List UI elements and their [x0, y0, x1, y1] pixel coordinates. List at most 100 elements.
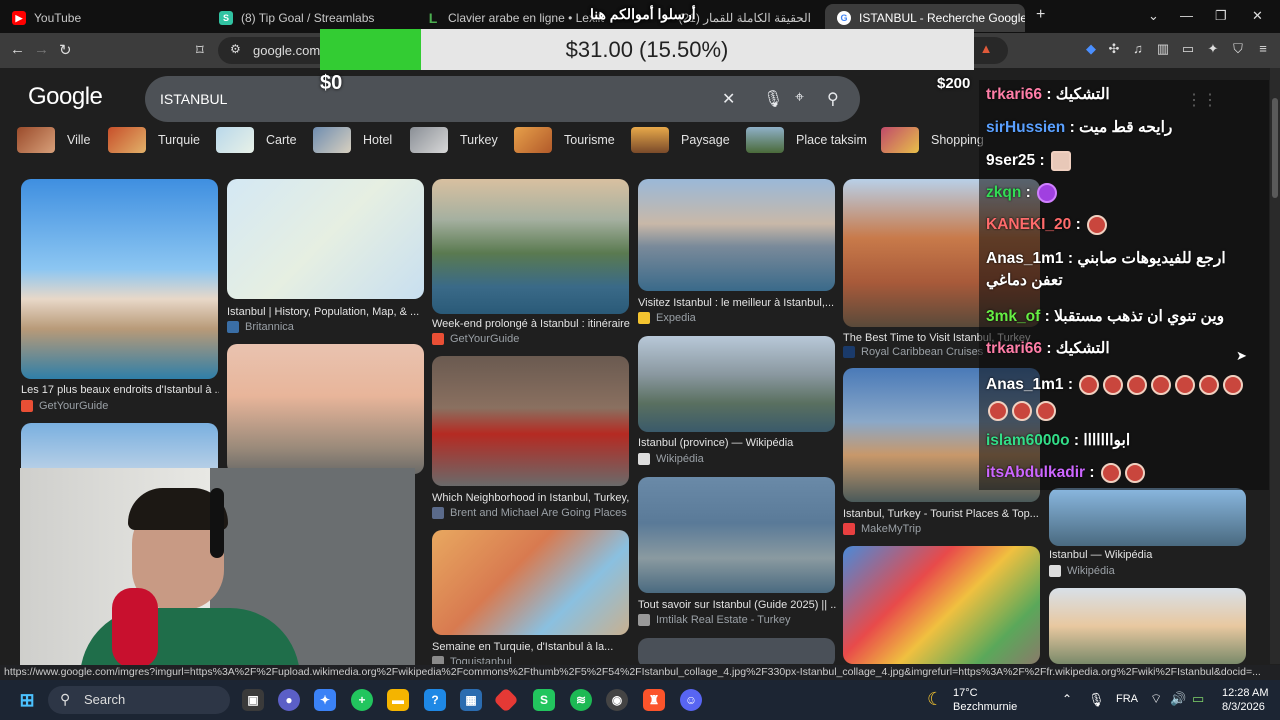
leo-ai-icon[interactable]: ✦ — [1205, 41, 1221, 57]
tab-lexilogos[interactable]: L Clavier arabe en ligne • Lexilogos — [414, 4, 604, 32]
result-caption[interactable]: Istanbul | History, Population, Map, & .… — [227, 306, 425, 318]
search-icon[interactable]: ⚲ — [827, 89, 839, 109]
result-caption[interactable]: Which Neighborhood in Istanbul, Turkey,.… — [432, 492, 630, 504]
taskbar-search-input[interactable]: ⚲ Search — [48, 686, 230, 714]
chip-paysage[interactable]: Paysage — [631, 125, 730, 155]
menu-icon[interactable]: ≡ — [1255, 41, 1271, 57]
store-icon[interactable]: ▦ — [460, 689, 482, 711]
chip-carte[interactable]: Carte — [216, 125, 297, 155]
chip-shopping[interactable]: Shopping — [881, 125, 984, 155]
microphone-icon[interactable]: 🎙 — [763, 89, 783, 109]
weather-moon-icon[interactable]: ☾ — [927, 689, 943, 710]
sidebar-icon[interactable]: ▥ — [1155, 41, 1171, 57]
battery-icon[interactable]: ▭ — [1192, 691, 1204, 707]
result-source[interactable]: Expedia — [638, 312, 696, 324]
chip-ville[interactable]: Ville — [17, 125, 90, 155]
discord-icon[interactable]: ☺ — [680, 689, 702, 711]
minimize-button[interactable]: — — [1180, 8, 1193, 23]
result-source[interactable]: Royal Caribbean Cruises — [843, 346, 983, 358]
brave-rewards-icon[interactable]: ▲ — [978, 41, 994, 57]
music-icon[interactable]: ♫ — [1130, 41, 1146, 57]
result-caption[interactable]: Tout savoir sur Istanbul (Guide 2025) ||… — [638, 599, 836, 611]
result-image[interactable] — [227, 344, 424, 474]
result-image[interactable] — [638, 336, 835, 432]
result-source[interactable]: Brent and Michael Are Going Places — [432, 507, 627, 519]
result-image[interactable] — [432, 179, 629, 314]
result-source[interactable]: MakeMyTrip — [843, 523, 921, 535]
result-source[interactable]: Wikipédia — [638, 453, 704, 465]
maximize-button[interactable]: ❐ — [1215, 8, 1227, 24]
xbox-icon[interactable]: + — [351, 689, 373, 711]
language-indicator[interactable]: FRA — [1116, 693, 1138, 705]
help-icon[interactable]: ? — [424, 689, 446, 711]
result-caption[interactable]: Visitez Istanbul : le meilleur à Istanbu… — [638, 297, 836, 309]
chip-place-taksim[interactable]: Place taksim — [746, 125, 867, 155]
wallet-icon[interactable]: ▭ — [1180, 41, 1196, 57]
result-image[interactable] — [843, 546, 1040, 664]
tab-list-chevron-icon[interactable]: ⌄ — [1148, 8, 1159, 24]
result-source[interactable]: Britannica — [227, 321, 294, 333]
result-image[interactable] — [638, 638, 835, 664]
result-image[interactable] — [1049, 488, 1246, 546]
result-image[interactable] — [432, 356, 629, 486]
bookmark-icon[interactable]: ⌑ — [196, 41, 204, 59]
result-image[interactable] — [432, 530, 629, 635]
mic-tray-icon[interactable]: 🎙 — [1088, 692, 1105, 708]
result-image[interactable] — [638, 477, 835, 593]
copilot-icon[interactable]: ✦ — [314, 689, 336, 711]
anydesk-icon[interactable] — [493, 687, 519, 713]
clock-date[interactable]: 8/3/2026 — [1222, 701, 1265, 713]
result-image[interactable] — [227, 179, 424, 299]
volume-icon[interactable]: 🔊 — [1170, 691, 1186, 707]
windows-start-icon[interactable]: ⊞ — [16, 689, 38, 711]
tray-chevron-icon[interactable]: ⌃ — [1062, 692, 1072, 706]
weather-temperature[interactable]: 17°C — [953, 687, 978, 699]
puzzle-icon[interactable]: ✣ — [1106, 41, 1122, 57]
google-logo[interactable]: Google — [28, 83, 103, 111]
shield-icon[interactable]: ⛉ — [1230, 41, 1246, 57]
scrollbar-thumb[interactable] — [1272, 98, 1278, 198]
task-view-icon[interactable]: ▣ — [242, 689, 264, 711]
chat-app-icon[interactable]: ● — [278, 689, 300, 711]
wifi-icon[interactable]: ⌔ — [1150, 691, 1162, 707]
site-info-icon[interactable]: ⚙ — [230, 42, 241, 56]
result-caption[interactable]: Istanbul (province) — Wikipédia — [638, 437, 836, 449]
tab-google-search[interactable]: G ISTANBUL - Recherche Google ✕ — [825, 4, 1025, 32]
file-explorer-icon[interactable]: ▬ — [387, 689, 409, 711]
result-source[interactable]: GetYourGuide — [432, 333, 519, 345]
close-window-button[interactable]: ✕ — [1252, 8, 1263, 24]
result-source[interactable]: GetYourGuide — [21, 400, 108, 412]
chip-turquie[interactable]: Turquie — [108, 125, 200, 155]
result-image[interactable] — [21, 179, 218, 379]
page-scrollbar[interactable] — [1270, 68, 1280, 664]
search-input[interactable]: ISTANBUL ✕ 🎙 ⌖ ⚲ — [145, 76, 860, 122]
result-image[interactable] — [638, 179, 835, 291]
result-caption[interactable]: Istanbul — Wikipédia — [1049, 549, 1247, 561]
result-caption[interactable]: Istanbul, Turkey - Tourist Places & Top.… — [843, 508, 1041, 520]
new-tab-button[interactable]: + — [1036, 6, 1045, 24]
result-source[interactable]: Imtilak Real Estate - Turkey — [638, 614, 791, 626]
chip-tourisme[interactable]: Tourisme — [514, 125, 615, 155]
streamlabs-app-icon[interactable]: S — [533, 689, 555, 711]
tab-streamlabs[interactable]: S (8) Tip Goal / Streamlabs — [207, 4, 412, 32]
obs-icon[interactable]: ◉ — [606, 689, 628, 711]
result-caption[interactable]: Semaine en Turquie, d'Istanbul à la... — [432, 641, 630, 653]
spotify-icon[interactable]: ≋ — [570, 689, 592, 711]
result-image[interactable] — [1049, 588, 1246, 664]
reload-icon[interactable]: ↻ — [59, 41, 72, 59]
brave-browser-icon[interactable]: ♜ — [643, 689, 665, 711]
result-source[interactable]: Wikipédia — [1049, 565, 1115, 577]
back-icon[interactable]: ← — [10, 41, 25, 58]
tab-youtube[interactable]: ▶ YouTube — [0, 4, 205, 32]
lens-icon[interactable]: ⌖ — [795, 89, 804, 107]
chip-turkey[interactable]: Turkey — [410, 125, 498, 155]
forward-icon[interactable]: → — [34, 41, 49, 58]
result-source[interactable]: Toguistanbul — [432, 656, 512, 664]
weather-condition[interactable]: Bezchmurnie — [953, 701, 1017, 713]
chip-hotel[interactable]: Hotel — [313, 125, 392, 155]
result-caption[interactable]: Week-end prolongé à Istanbul : itinérair… — [432, 318, 630, 330]
clear-icon[interactable]: ✕ — [722, 89, 735, 109]
extension-icon[interactable]: ◆ — [1083, 41, 1099, 57]
clock-time[interactable]: 12:28 AM — [1222, 687, 1268, 699]
result-caption[interactable]: Les 17 plus beaux endroits d'Istanbul à … — [21, 384, 219, 396]
